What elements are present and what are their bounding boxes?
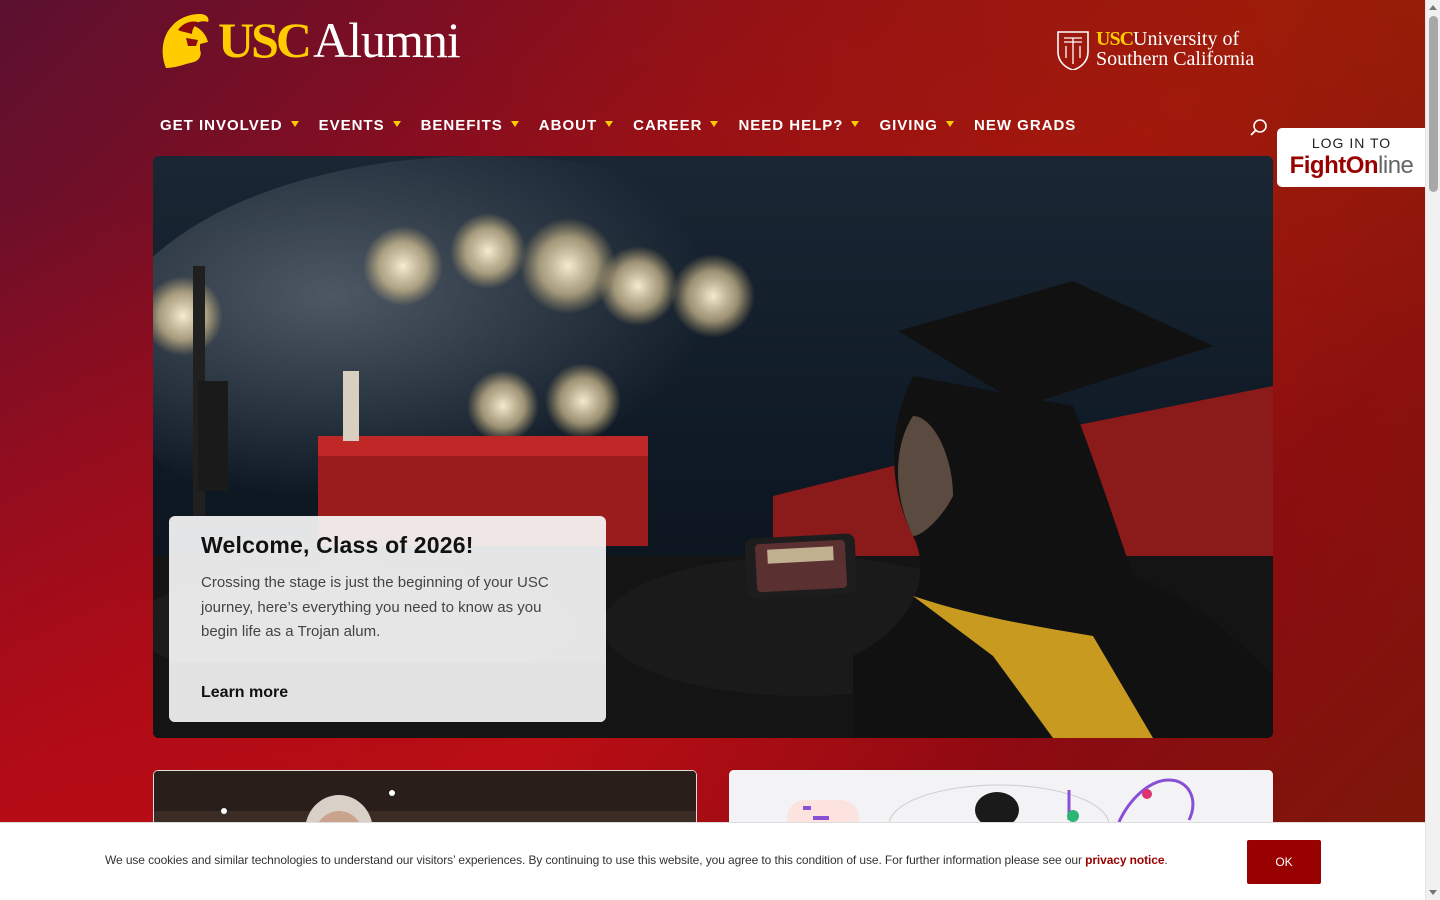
fightonline-wordmark: FightOnline: [1277, 152, 1426, 180]
nav-label: BENEFITS: [420, 117, 503, 134]
logo-wordmark: USCAlumni: [218, 12, 461, 68]
caret-down-icon: [605, 120, 614, 127]
fightonline-login-button[interactable]: LOG IN TO FightOnline: [1277, 128, 1426, 187]
cookie-ok-button[interactable]: OK: [1247, 840, 1321, 884]
nav-label: ABOUT: [538, 117, 598, 134]
nav-events[interactable]: EVENTS: [319, 117, 401, 134]
cookie-banner: We use cookies and similar technologies …: [0, 822, 1425, 900]
nav-label: NEW GRADS: [973, 117, 1077, 134]
univ-usc: USC: [1096, 28, 1134, 50]
nav-label: GIVING: [879, 117, 938, 134]
usc-university-logo[interactable]: USCUniversity of Southern California: [1056, 28, 1254, 70]
cookie-period: .: [1164, 853, 1168, 867]
univ-line1: University of: [1133, 28, 1240, 50]
scroll-up-arrow-icon[interactable]: [1429, 5, 1437, 10]
privacy-notice-link[interactable]: privacy notice: [1085, 853, 1164, 867]
brand-on: On: [1345, 152, 1379, 179]
hero-banner: Welcome, Class of 2026! Crossing the sta…: [153, 156, 1273, 738]
logo-alumni: Alumni: [313, 12, 461, 68]
hero-card: Welcome, Class of 2026! Crossing the sta…: [169, 516, 606, 722]
nav-about[interactable]: ABOUT: [538, 117, 614, 134]
university-wordmark: USCUniversity of Southern California: [1096, 29, 1254, 69]
scroll-thumb[interactable]: [1429, 16, 1438, 192]
nav-label: NEED HELP?: [738, 117, 844, 134]
usc-seal-icon: [1057, 31, 1089, 70]
univ-line2: Southern California: [1096, 48, 1255, 70]
login-label: LOG IN TO: [1311, 135, 1392, 151]
brand-line: line: [1378, 152, 1414, 179]
main-nav: GET INVOLVED EVENTS BENEFITS ABOUT CAREE…: [160, 117, 1076, 134]
page-scrollbar[interactable]: [1425, 0, 1440, 900]
nav-need-help[interactable]: NEED HELP?: [738, 117, 860, 134]
nav-benefits[interactable]: BENEFITS: [421, 117, 519, 134]
nav-label: CAREER: [633, 117, 703, 134]
cookie-message: We use cookies and similar technologies …: [105, 853, 1082, 867]
caret-down-icon: [710, 120, 719, 127]
learn-more-link[interactable]: Learn more: [169, 663, 606, 722]
hero-description: Crossing the stage is just the beginning…: [201, 574, 549, 640]
nav-new-grads[interactable]: NEW GRADS: [974, 117, 1076, 134]
logo-usc: USC: [218, 12, 312, 68]
nav-get-involved[interactable]: GET INVOLVED: [160, 117, 299, 134]
scroll-down-arrow-icon[interactable]: [1429, 890, 1437, 895]
nav-career[interactable]: CAREER: [633, 117, 719, 134]
caret-down-icon: [290, 120, 299, 127]
hero-title: Welcome, Class of 2026!: [201, 532, 474, 558]
caret-down-icon: [510, 120, 519, 127]
caret-down-icon: [851, 120, 860, 127]
usc-alumni-logo[interactable]: USCAlumni: [156, 10, 461, 70]
nav-label: GET INVOLVED: [160, 117, 283, 134]
brand-fight: Fight: [1289, 152, 1347, 179]
search-icon[interactable]: [1249, 118, 1269, 138]
cookie-text: We use cookies and similar technologies …: [105, 853, 1168, 867]
caret-down-icon: [392, 120, 401, 127]
nav-giving[interactable]: GIVING: [879, 117, 954, 134]
caret-down-icon: [945, 120, 954, 127]
nav-label: EVENTS: [318, 117, 385, 134]
trojan-helmet-icon: [162, 14, 209, 68]
